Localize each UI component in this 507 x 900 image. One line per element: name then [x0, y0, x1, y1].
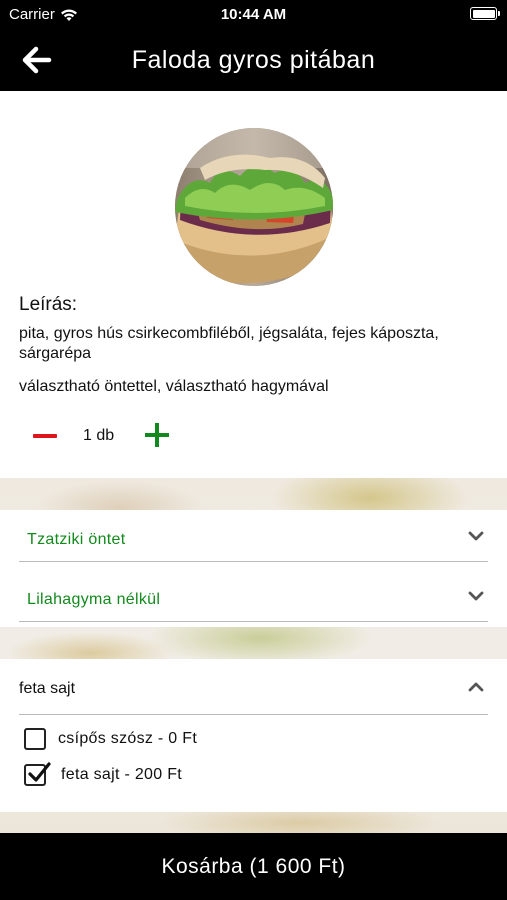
quantity-stepper: 1 db — [30, 421, 230, 451]
increase-quantity-button[interactable] — [143, 421, 171, 449]
extras-header[interactable]: feta sajt — [19, 659, 488, 715]
status-bar: Carrier 10:44 AM — [0, 0, 507, 28]
sauce-onion-selectors: Tzatziki öntet Lilahagyma nélkül — [0, 510, 507, 627]
description-text: pita, gyros hús csirkecombfiléből, jégsa… — [19, 325, 439, 362]
extras-title: feta sajt — [19, 680, 76, 697]
chevron-down-icon — [468, 591, 484, 601]
chevron-down-icon — [468, 531, 484, 541]
onion-dropdown-label: Lilahagyma nélkül — [27, 591, 161, 608]
option-label: feta sajt - 200 Ft — [61, 766, 183, 783]
description-heading: Leírás: — [19, 294, 78, 315]
page-title: Faloda gyros pitában — [131, 46, 376, 74]
chevron-up-icon — [468, 682, 484, 692]
status-time: 10:44 AM — [220, 6, 287, 23]
extras-section: feta sajt csípős szósz - 0 Ft feta sajt … — [0, 659, 507, 812]
nav-bar: Faloda gyros pitában — [0, 28, 507, 91]
product-info-card: Leírás: pita, gyros hús csirkecombfilébő… — [0, 91, 507, 478]
checkbox[interactable] — [24, 728, 46, 750]
decrease-quantity-button[interactable] — [30, 425, 58, 447]
checkbox-checked[interactable] — [24, 762, 51, 786]
battery-icon — [470, 7, 500, 20]
quantity-value: 1 db — [83, 427, 115, 444]
sauce-dropdown-label: Tzatziki öntet — [27, 531, 126, 548]
product-image — [175, 128, 333, 286]
add-to-cart-button[interactable]: Kosárba (1 600 Ft) — [0, 833, 507, 900]
onion-dropdown[interactable]: Lilahagyma nélkül — [19, 570, 488, 622]
sauce-dropdown[interactable]: Tzatziki öntet — [19, 510, 488, 562]
options-note: választható öntettel, választható hagymá… — [19, 378, 329, 395]
checkmark-icon — [28, 762, 51, 782]
option-label: csípős szósz - 0 Ft — [58, 730, 198, 747]
